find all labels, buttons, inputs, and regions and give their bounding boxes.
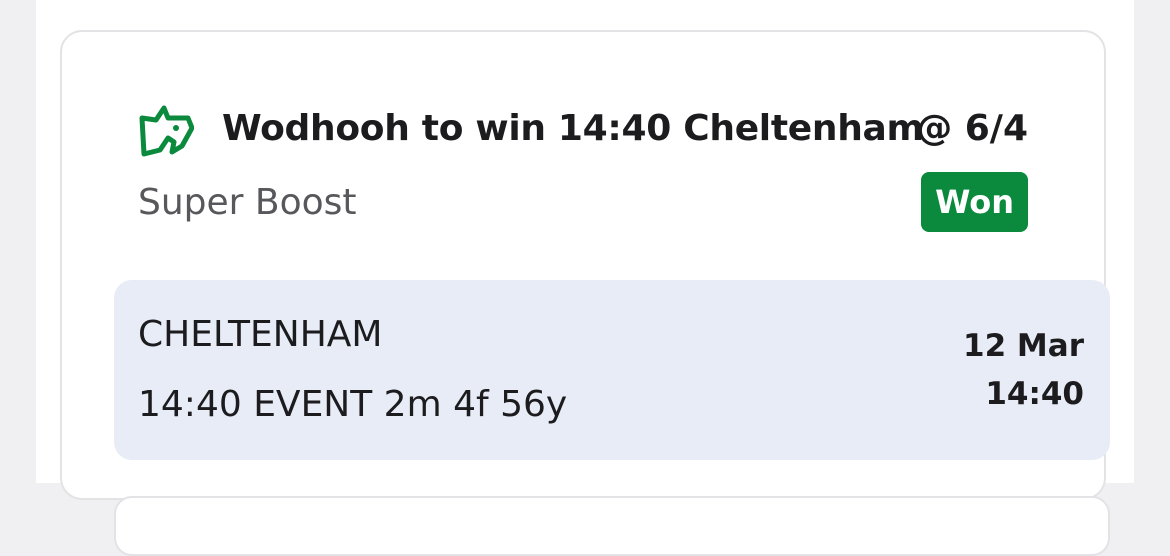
event-name: 14:40 EVENT 2m 4f 56y	[138, 384, 568, 425]
event-time: 14:40	[985, 376, 1084, 412]
bet-type-label: Super Boost	[138, 182, 357, 223]
bet-list-panel: Wodhooh to win 14:40 Cheltenham @ 6/4 Su…	[36, 0, 1134, 556]
bet-card[interactable]: Wodhooh to win 14:40 Cheltenham @ 6/4 Su…	[60, 30, 1110, 556]
event-date: 12 Mar	[963, 328, 1084, 364]
horse-head-icon	[139, 105, 194, 157]
event-details-panel[interactable]: CHELTENHAM 14:40 EVENT 2m 4f 56y 12 Mar …	[114, 280, 1110, 460]
next-section-card	[114, 496, 1110, 556]
event-venue: CHELTENHAM	[138, 314, 383, 355]
odds-label: @ 6/4	[916, 108, 1028, 149]
selection-title: Wodhooh to win 14:40 Cheltenham	[222, 108, 924, 149]
status-badge: Won	[921, 172, 1028, 232]
